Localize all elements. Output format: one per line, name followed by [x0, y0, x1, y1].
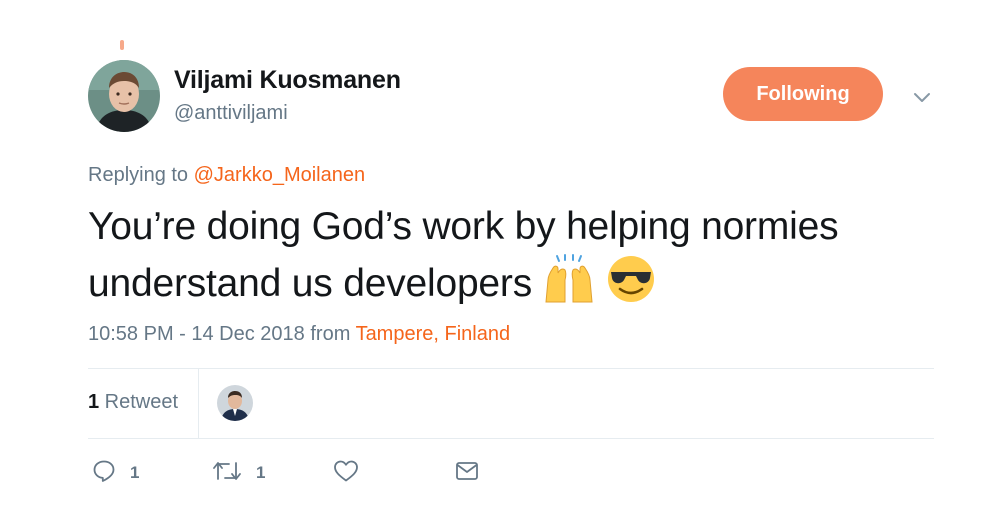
- divider-top: [88, 368, 934, 369]
- like-icon: [333, 459, 359, 488]
- divider-bottom: [88, 438, 934, 439]
- more-options-chevron-down-icon[interactable]: [910, 86, 934, 110]
- stats-vertical-divider: [198, 369, 199, 438]
- retweet-action[interactable]: 1: [212, 459, 265, 487]
- author-avatar[interactable]: [88, 60, 160, 132]
- retweet-count: 1: [256, 463, 266, 482]
- top-accent-mark: [120, 40, 124, 50]
- retweet-stat-count: 1: [88, 391, 100, 413]
- reply-action[interactable]: 1: [92, 459, 139, 487]
- author-name[interactable]: Viljami Kuosmanen: [174, 66, 401, 95]
- replying-to-line: Replying to @Jarkko_Moilanen: [88, 164, 365, 187]
- retweet-icon: [212, 459, 242, 488]
- sunglasses-face-emoji-icon: [605, 254, 657, 304]
- reply-count: 1: [130, 463, 140, 482]
- raising-hands-emoji-icon: [543, 254, 595, 304]
- author-handle[interactable]: @anttiviljami: [174, 102, 288, 125]
- retweeter-avatar[interactable]: [217, 385, 253, 421]
- direct-message-action[interactable]: [455, 459, 479, 487]
- like-action[interactable]: [333, 459, 359, 487]
- tweet-body: You’re doing God’s work by helping normi…: [88, 199, 948, 311]
- message-icon: [455, 459, 479, 488]
- following-button[interactable]: Following: [723, 67, 883, 121]
- reply-mention-link[interactable]: @Jarkko_Moilanen: [194, 164, 366, 186]
- retweet-stat-label: Retweet: [99, 391, 179, 413]
- reply-icon: [92, 459, 116, 488]
- tweet-text: You’re doing God’s work by helping normi…: [88, 205, 839, 305]
- replying-prefix: Replying to: [88, 164, 194, 186]
- tweet-location-link[interactable]: Tampere, Finland: [356, 323, 511, 345]
- tweet-timestamp[interactable]: 10:58 PM - 14 Dec 2018 from: [88, 323, 356, 345]
- retweet-stat[interactable]: 1 Retweet: [88, 391, 178, 414]
- tweet-meta: 10:58 PM - 14 Dec 2018 from Tampere, Fin…: [88, 323, 510, 346]
